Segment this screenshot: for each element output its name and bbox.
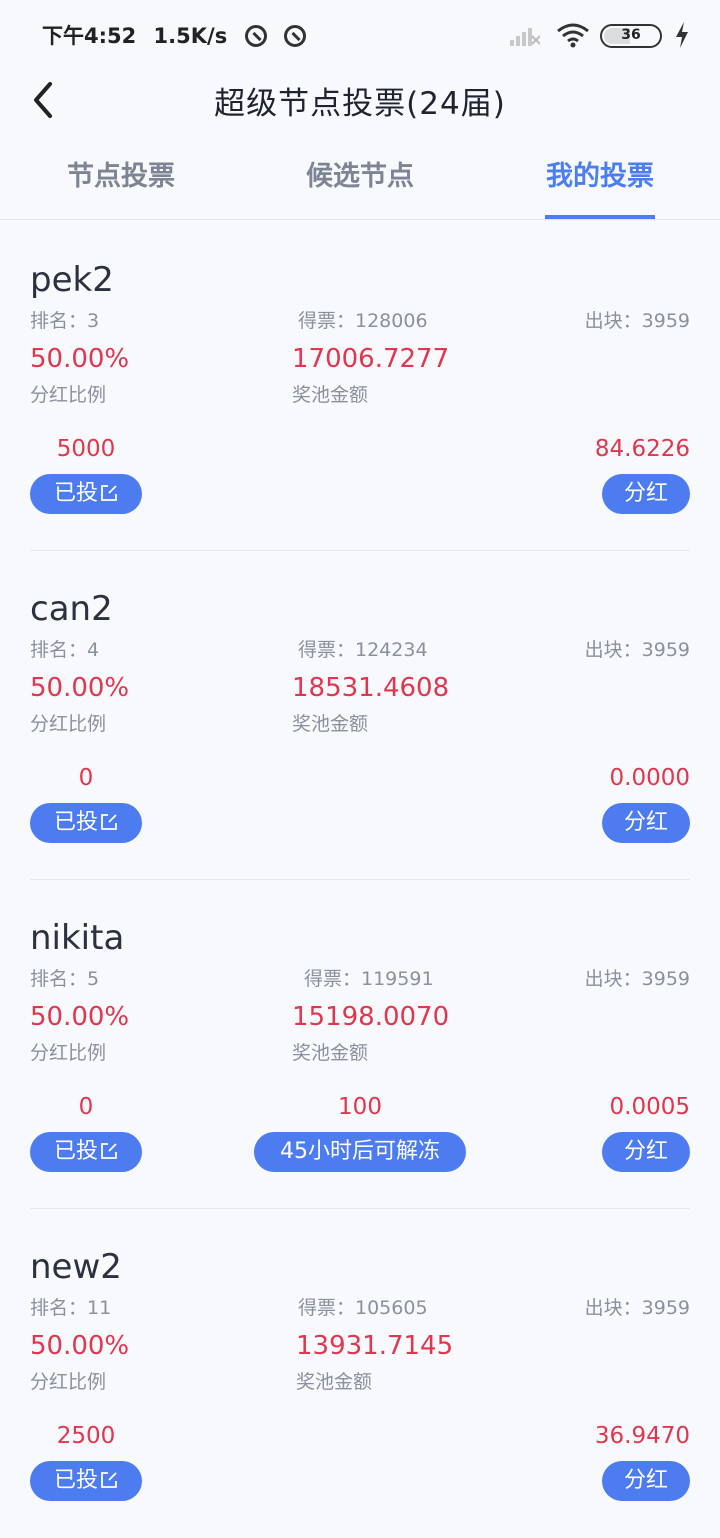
unfreeze-button[interactable]: 45小时后可解冻 bbox=[254, 1132, 466, 1172]
notification-icon-2 bbox=[283, 25, 306, 47]
dividend-ratio-value: 50.00% bbox=[30, 1331, 130, 1361]
bonus-button[interactable]: 分红 bbox=[602, 1461, 690, 1501]
bonus-button[interactable]: 分红 bbox=[602, 1132, 690, 1172]
my-votes-amount: 0 bbox=[78, 765, 94, 791]
node-card: can2 排名：4 得票：124234 出块：3959 50.00% 分红比例 … bbox=[30, 551, 690, 880]
pool-amount-label: 奖池金额 bbox=[296, 1371, 373, 1393]
page-title: 超级节点投票(24届) bbox=[214, 86, 506, 122]
voted-button[interactable]: 已投 bbox=[30, 1461, 142, 1501]
pool-amount-value: 18531.4608 bbox=[292, 673, 450, 703]
node-card: pek2 排名：3 得票：128006 出块：3959 50.00% 分红比例 … bbox=[30, 222, 690, 551]
node-votes: 得票：128006 bbox=[298, 310, 428, 332]
voted-button-label: 已投 bbox=[53, 1139, 98, 1164]
tab-candidate-nodes[interactable]: 候选节点 bbox=[305, 154, 415, 219]
node-rank: 排名：5 bbox=[30, 968, 100, 990]
pool-amount-value: 13931.7145 bbox=[296, 1331, 454, 1361]
pool-amount-label: 奖池金额 bbox=[292, 1042, 369, 1064]
voted-button-label: 已投 bbox=[53, 1468, 98, 1493]
status-time: 下午4:52 bbox=[42, 24, 137, 48]
network-speed: 1.5K/s bbox=[153, 24, 228, 48]
charging-icon bbox=[676, 22, 688, 48]
dividend-ratio-value: 50.00% bbox=[30, 673, 130, 703]
my-votes-amount: 5000 bbox=[56, 436, 116, 462]
dividend-ratio-label: 分红比例 bbox=[30, 1042, 107, 1064]
edit-icon bbox=[101, 1472, 117, 1488]
node-votes: 得票：119591 bbox=[304, 968, 434, 990]
status-bar: 下午4:52 1.5K/s 36 bbox=[0, 0, 720, 70]
nav-bar: 超级节点投票(24届) bbox=[0, 70, 720, 130]
pool-amount-label: 奖池金额 bbox=[292, 713, 369, 735]
node-rank: 排名：3 bbox=[30, 310, 100, 332]
bonus-amount: 36.9470 bbox=[594, 1423, 690, 1449]
node-name: can2 bbox=[30, 589, 113, 629]
node-rank: 排名：4 bbox=[30, 639, 100, 661]
my-votes-amount: 2500 bbox=[56, 1423, 116, 1449]
node-blocks: 出块：3959 bbox=[584, 310, 690, 332]
edit-icon bbox=[101, 814, 117, 830]
my-votes-amount: 0 bbox=[78, 1094, 94, 1120]
tab-node-vote[interactable]: 节点投票 bbox=[66, 154, 176, 219]
node-name: new2 bbox=[30, 1247, 122, 1287]
node-name: nikita bbox=[30, 918, 125, 958]
frozen-amount: 100 bbox=[338, 1094, 382, 1120]
node-blocks: 出块：3959 bbox=[584, 1297, 690, 1319]
voted-button[interactable]: 已投 bbox=[30, 1132, 142, 1172]
voted-button-label: 已投 bbox=[53, 810, 98, 835]
dividend-ratio-value: 50.00% bbox=[30, 1002, 130, 1032]
tab-bar: 节点投票 候选节点 我的投票 bbox=[0, 140, 720, 220]
edit-icon bbox=[101, 485, 117, 501]
node-name: pek2 bbox=[30, 260, 114, 300]
voted-button[interactable]: 已投 bbox=[30, 803, 142, 843]
dividend-ratio-label: 分红比例 bbox=[30, 1371, 107, 1393]
tab-my-votes[interactable]: 我的投票 bbox=[545, 154, 655, 219]
pool-amount-value: 15198.0070 bbox=[292, 1002, 450, 1032]
bonus-button[interactable]: 分红 bbox=[602, 803, 690, 843]
voted-button[interactable]: 已投 bbox=[30, 474, 142, 514]
status-left: 下午4:52 1.5K/s bbox=[42, 20, 306, 50]
node-card: new2 排名：11 得票：105605 出块：3959 50.00% 分红比例… bbox=[30, 1209, 690, 1538]
signal-icon bbox=[510, 28, 540, 46]
edit-icon bbox=[101, 1143, 117, 1159]
vote-list: pek2 排名：3 得票：128006 出块：3959 50.00% 分红比例 … bbox=[30, 222, 690, 1538]
pool-amount-value: 17006.7277 bbox=[292, 344, 450, 374]
bonus-amount: 0.0000 bbox=[609, 765, 690, 791]
notification-icon bbox=[244, 25, 267, 47]
node-votes: 得票：105605 bbox=[298, 1297, 428, 1319]
bonus-amount: 84.6226 bbox=[594, 436, 690, 462]
bonus-button[interactable]: 分红 bbox=[602, 474, 690, 514]
dividend-ratio-label: 分红比例 bbox=[30, 384, 107, 406]
node-blocks: 出块：3959 bbox=[584, 639, 690, 661]
dividend-ratio-label: 分红比例 bbox=[30, 713, 107, 735]
dividend-ratio-value: 50.00% bbox=[30, 344, 130, 374]
bonus-amount: 0.0005 bbox=[609, 1094, 690, 1120]
pool-amount-label: 奖池金额 bbox=[292, 384, 369, 406]
node-card: nikita 排名：5 得票：119591 出块：3959 50.00% 分红比… bbox=[30, 880, 690, 1209]
node-rank: 排名：11 bbox=[30, 1297, 112, 1319]
node-blocks: 出块：3959 bbox=[584, 968, 690, 990]
node-votes: 得票：124234 bbox=[298, 639, 428, 661]
battery-icon: 36 bbox=[600, 24, 662, 48]
wifi-icon bbox=[557, 23, 589, 48]
voted-button-label: 已投 bbox=[53, 481, 98, 506]
